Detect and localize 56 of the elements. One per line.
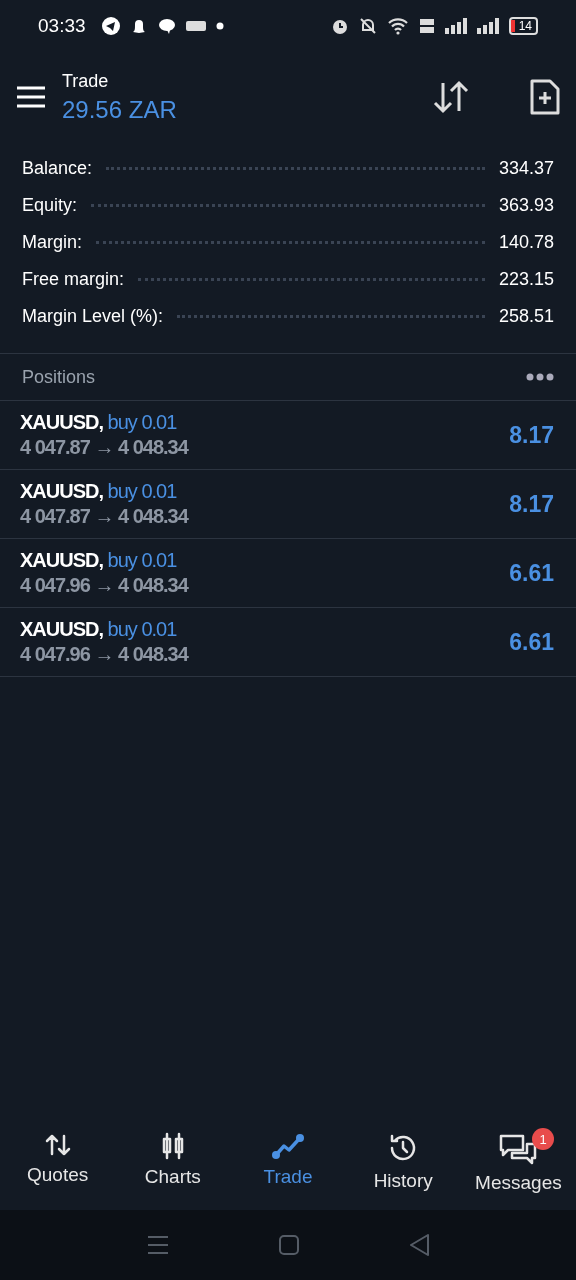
position-profit: 8.17 [509, 421, 554, 449]
signal-icon [444, 18, 467, 34]
nav-tab[interactable]: Charts [115, 1118, 231, 1210]
status-time: 03:33 [38, 15, 86, 37]
signal-icon [476, 18, 499, 34]
summary-label: Free margin: [22, 269, 125, 290]
back-button[interactable] [409, 1234, 429, 1256]
up-down-arrows-icon [43, 1132, 72, 1158]
summary-value: 334.37 [498, 158, 554, 179]
speech-bubble-icon [157, 18, 176, 34]
position-row[interactable]: XAUUSD, buy 0.01 4 047.87 → 4 048.34 8.17 [0, 401, 576, 470]
position-prices: 4 047.96 → 4 048.34 [20, 643, 190, 666]
chat-bubbles-icon [498, 1132, 539, 1166]
nav-tab[interactable]: History [345, 1118, 461, 1210]
sort-button[interactable] [432, 80, 470, 114]
position-prices: 4 047.87 → 4 048.34 [20, 436, 190, 459]
position-prices: 4 047.87 → 4 048.34 [20, 505, 190, 528]
nav-tab[interactable]: Messages 1 [460, 1118, 576, 1210]
battery-indicator: 14 [508, 17, 538, 35]
summary-value: 223.15 [498, 269, 554, 290]
alarm-icon [330, 17, 349, 35]
position-title: XAUUSD, buy 0.01 [20, 480, 178, 503]
balance-amount: 29.56 ZAR [62, 95, 177, 124]
position-row[interactable]: XAUUSD, buy 0.01 4 047.96 → 4 048.34 6.61 [0, 539, 576, 608]
summary-value: 258.51 [498, 306, 554, 327]
summary-value: 363.93 [498, 195, 554, 216]
more-button[interactable] [526, 373, 554, 381]
dot-icon [215, 22, 224, 30]
summary-label: Margin Level (%): [22, 306, 164, 327]
summary-label: Balance: [22, 158, 93, 179]
position-row[interactable]: XAUUSD, buy 0.01 4 047.87 → 4 048.34 8.17 [0, 470, 576, 539]
unread-badge: 1 [532, 1128, 555, 1150]
menu-button[interactable] [16, 86, 46, 108]
recent-apps-button[interactable] [147, 1235, 169, 1255]
wifi-icon [386, 17, 409, 35]
line-chart-icon [271, 1132, 305, 1160]
nav-tab[interactable]: Trade [230, 1118, 346, 1210]
position-profit: 8.17 [509, 490, 554, 518]
section-title: Positions [22, 366, 96, 388]
network-type-icon [418, 17, 435, 35]
position-profit: 6.61 [509, 559, 554, 587]
bell-muted-icon [358, 17, 377, 35]
position-prices: 4 047.96 → 4 048.34 [20, 574, 190, 597]
home-button[interactable] [279, 1235, 299, 1255]
nav-tab[interactable]: Quotes [0, 1118, 116, 1210]
summary-label: Equity: [22, 195, 78, 216]
position-profit: 6.61 [509, 628, 554, 656]
summary-value: 140.78 [498, 232, 554, 253]
new-order-button[interactable] [530, 79, 560, 115]
position-row[interactable]: XAUUSD, buy 0.01 4 047.96 → 4 048.34 6.61 [0, 608, 576, 677]
position-title: XAUUSD, buy 0.01 [20, 618, 178, 641]
summary-label: Margin: [22, 232, 83, 253]
position-title: XAUUSD, buy 0.01 [20, 549, 178, 572]
screen-title: Trade [62, 70, 110, 92]
paper-plane-icon [101, 17, 120, 35]
position-title: XAUUSD, buy 0.01 [20, 411, 178, 434]
